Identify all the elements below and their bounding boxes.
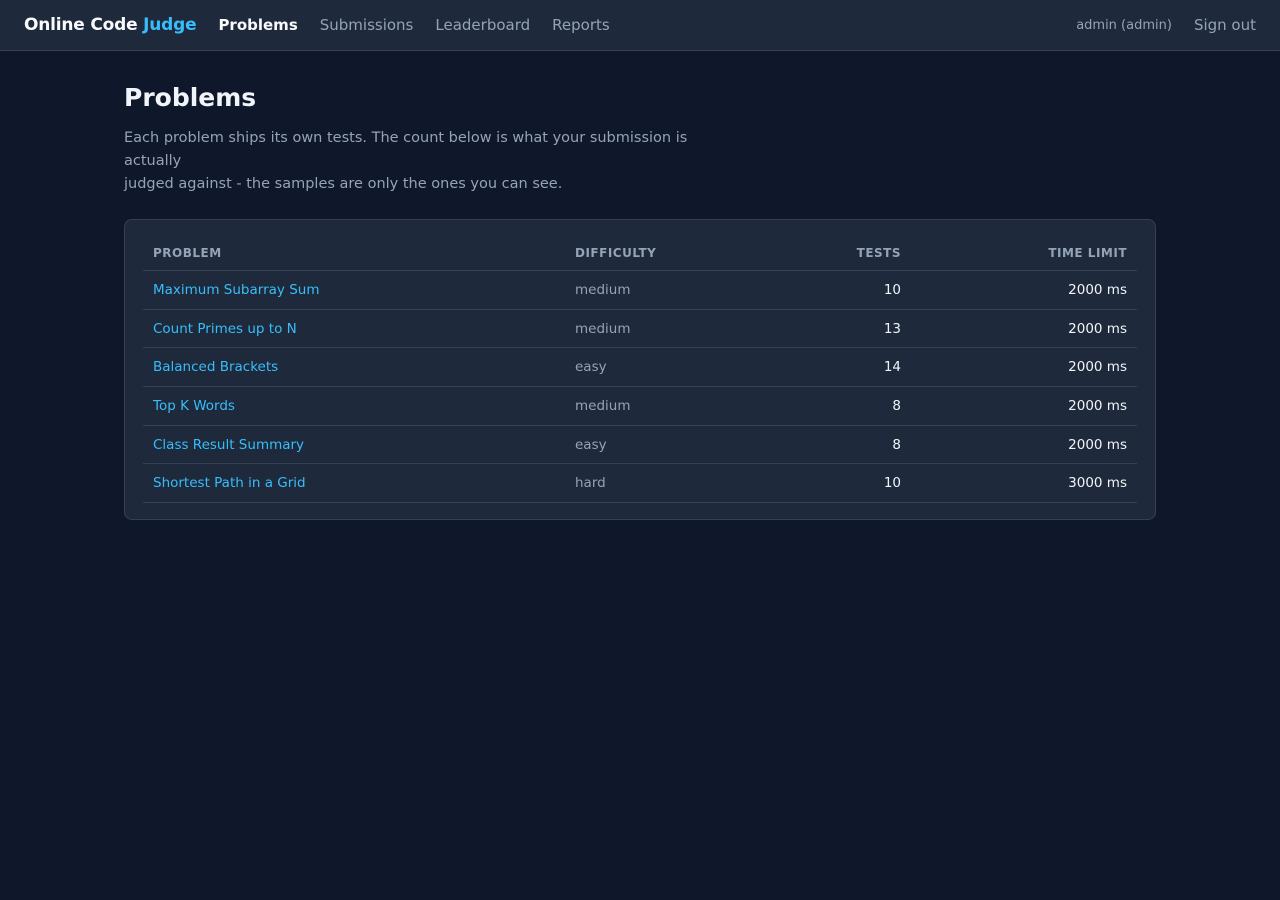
problem-cell: Shortest Path in a Grid (143, 463, 565, 504)
table-row: Count Primes up to N medium 13 2000 ms (143, 309, 1137, 349)
intro-line-1: Each problem ships its own tests. The co… (124, 130, 688, 169)
table-row: Top K Words medium 8 2000 ms (143, 386, 1137, 426)
time-limit-cell: 3000 ms (911, 463, 1137, 504)
problem-link[interactable]: Shortest Path in a Grid (153, 475, 306, 491)
problem-cell: Count Primes up to N (143, 309, 565, 349)
table-row: Shortest Path in a Grid hard 10 3000 ms (143, 463, 1137, 504)
difficulty-cell: medium (565, 270, 761, 310)
difficulty-cell: easy (565, 347, 761, 388)
table-row: Balanced Brackets easy 14 2000 ms (143, 347, 1137, 388)
problem-cell: Class Result Summary (143, 425, 565, 465)
tests-count-cell: 14 (761, 347, 911, 388)
sign-out-link[interactable]: Sign out (1194, 16, 1256, 34)
problems-card: Problem Difficulty Tests Time limit Maxi… (124, 219, 1156, 521)
problem-link[interactable]: Count Primes up to N (153, 321, 297, 337)
difficulty-cell: medium (565, 309, 761, 349)
main-content: Problems Each problem ships its own test… (124, 51, 1156, 521)
user-area: admin (admin) Sign out (1076, 0, 1256, 50)
column-header-time-limit: Time limit (911, 238, 1137, 271)
current-user: admin (admin) (1076, 17, 1172, 33)
time-limit-cell: 2000 ms (911, 386, 1137, 426)
tests-count-cell: 8 (761, 386, 911, 426)
problem-link[interactable]: Class Result Summary (153, 437, 304, 453)
tests-count-cell: 8 (761, 425, 911, 465)
column-header-problem: Problem (143, 238, 565, 271)
page-intro: Each problem ships its own tests. The co… (124, 127, 724, 196)
top-navbar: Online Code Judge Problems Submissions L… (0, 0, 1280, 51)
brand-accent-text: Judge (143, 15, 197, 35)
main-nav: Problems Submissions Leaderboard Reports (218, 16, 631, 34)
time-limit-cell: 2000 ms (911, 347, 1137, 388)
table-row: Class Result Summary easy 8 2000 ms (143, 425, 1137, 465)
tests-count-cell: 10 (761, 270, 911, 310)
problems-table: Problem Difficulty Tests Time limit Maxi… (143, 238, 1137, 504)
difficulty-cell: medium (565, 386, 761, 426)
nav-link-leaderboard[interactable]: Leaderboard (435, 16, 530, 34)
problem-link[interactable]: Top K Words (153, 398, 235, 414)
intro-line-2: judged against - the samples are only th… (124, 176, 563, 192)
brand-text: Online Code (24, 15, 144, 35)
problem-link[interactable]: Maximum Subarray Sum (153, 282, 319, 298)
time-limit-cell: 2000 ms (911, 425, 1137, 465)
nav-link-reports[interactable]: Reports (552, 16, 610, 34)
table-row: Maximum Subarray Sum medium 10 2000 ms (143, 270, 1137, 310)
problem-link[interactable]: Balanced Brackets (153, 359, 278, 375)
page-title: Problems (124, 83, 257, 112)
brand-logo[interactable]: Online Code Judge (24, 15, 197, 35)
time-limit-cell: 2000 ms (911, 270, 1137, 310)
time-limit-cell: 2000 ms (911, 309, 1137, 349)
column-header-difficulty: Difficulty (565, 238, 761, 271)
tests-count-cell: 10 (761, 463, 911, 504)
difficulty-cell: hard (565, 463, 761, 504)
nav-link-submissions[interactable]: Submissions (320, 16, 414, 34)
nav-link-problems[interactable]: Problems (218, 16, 297, 34)
table-header-row: Problem Difficulty Tests Time limit (143, 238, 1137, 271)
problem-cell: Top K Words (143, 386, 565, 426)
tests-count-cell: 13 (761, 309, 911, 349)
problem-cell: Balanced Brackets (143, 347, 565, 388)
column-header-tests: Tests (761, 238, 911, 271)
problem-cell: Maximum Subarray Sum (143, 270, 565, 310)
difficulty-cell: easy (565, 425, 761, 465)
